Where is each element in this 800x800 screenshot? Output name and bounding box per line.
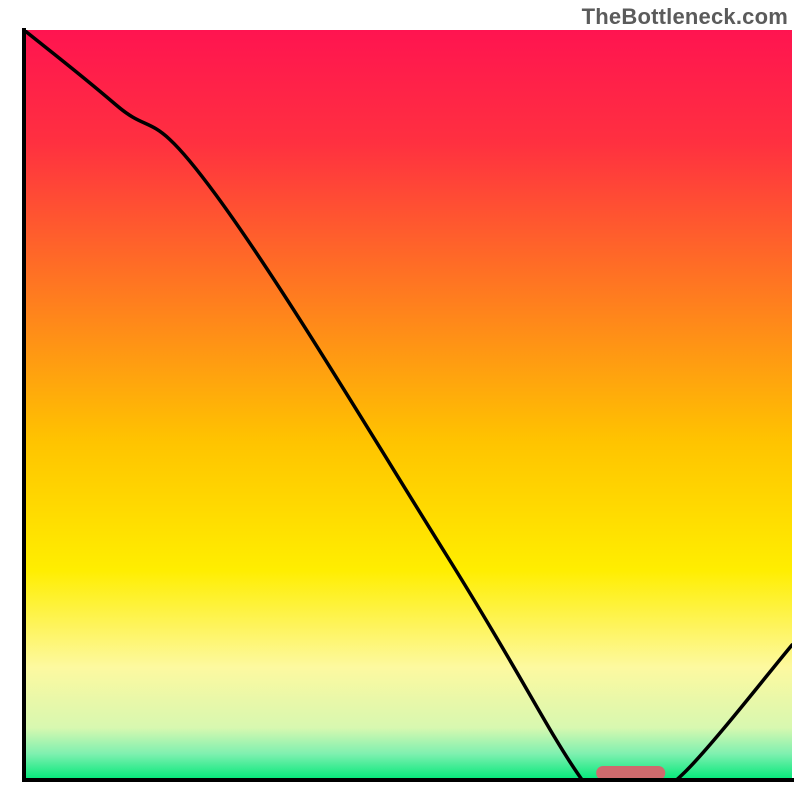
watermark-text: TheBottleneck.com [582, 4, 788, 30]
gradient-background [24, 30, 792, 780]
optimal-marker [596, 766, 665, 780]
bottleneck-chart [0, 0, 800, 800]
chart-container: TheBottleneck.com [0, 0, 800, 800]
plot-area [24, 30, 792, 794]
